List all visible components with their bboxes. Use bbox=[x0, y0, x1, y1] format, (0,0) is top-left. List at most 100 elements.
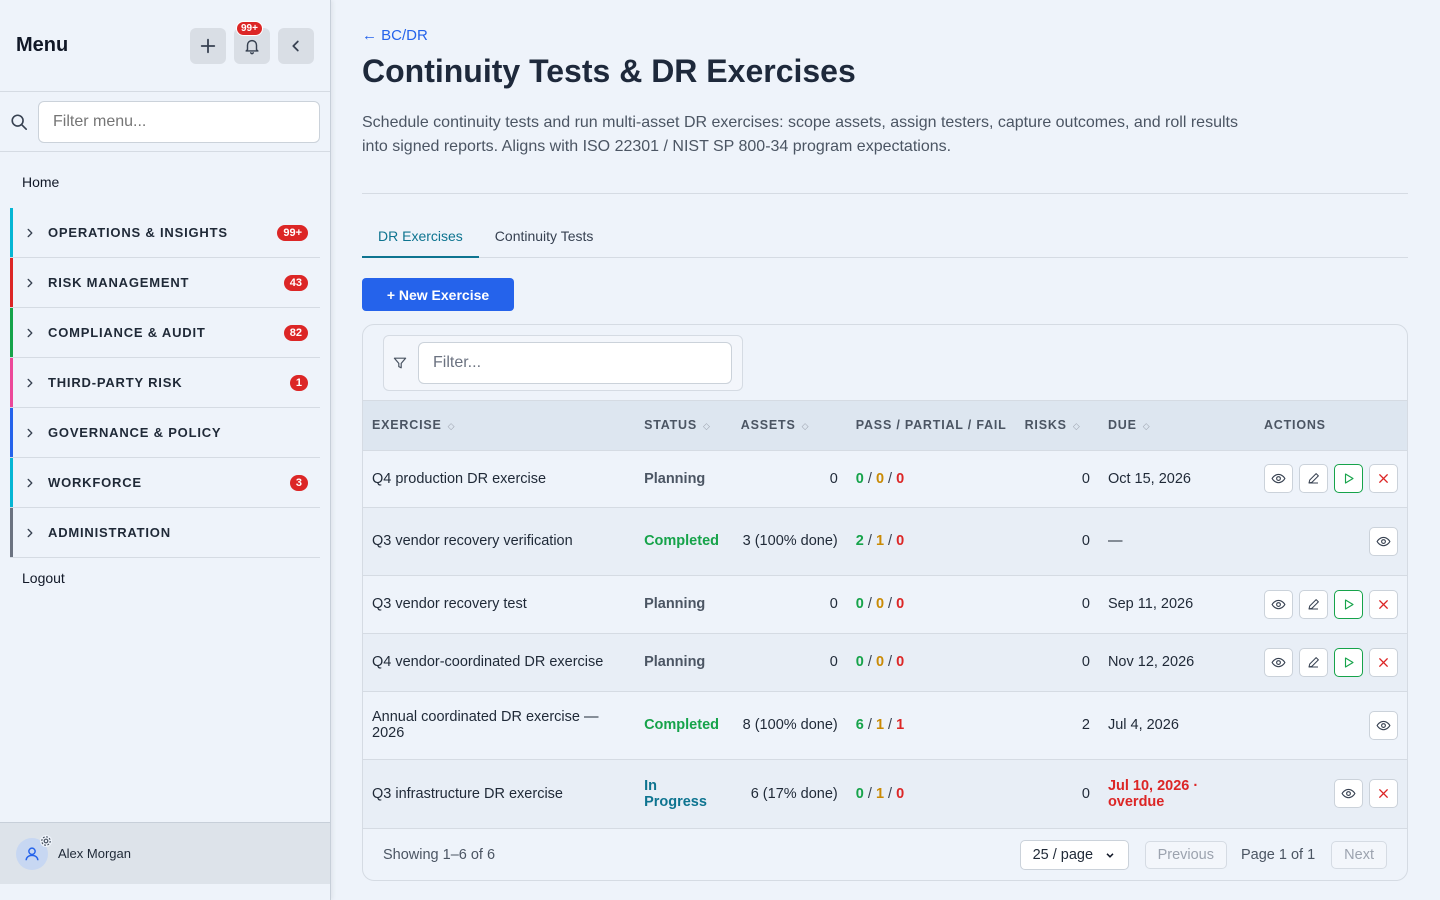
sidebar-item-label: COMPLIANCE & AUDIT bbox=[48, 325, 206, 340]
table-row[interactable]: Q4 production DR exercise Planning 0 0 / 0 … bbox=[363, 449, 1407, 507]
fail-count: 0 bbox=[896, 785, 905, 802]
edit-button[interactable] bbox=[1299, 464, 1328, 493]
exercise-name[interactable]: Q3 vendor recovery verification bbox=[363, 506, 636, 575]
add-button[interactable] bbox=[190, 27, 226, 64]
due-date: Jul 10, 2026 · overdue bbox=[1098, 758, 1255, 828]
column-header-label: ACTIONS bbox=[1263, 418, 1326, 433]
row-actions bbox=[1264, 647, 1398, 677]
table-filter-input[interactable]: Filter... bbox=[418, 341, 732, 384]
collapse-sidebar-button[interactable] bbox=[278, 27, 314, 64]
next-page-button[interactable]: Next bbox=[1331, 840, 1387, 869]
edit-button[interactable] bbox=[1299, 647, 1328, 677]
pass-count: 0 bbox=[855, 470, 864, 487]
view-button[interactable] bbox=[1264, 589, 1293, 619]
due-date: Oct 15, 2026 bbox=[1098, 449, 1255, 507]
column-header[interactable]: DUE ◇ bbox=[1099, 401, 1255, 450]
column-header-label: RISKS bbox=[1024, 418, 1067, 433]
sidebar-item-operations-insights[interactable]: OPERATIONS & INSIGHTS 99+ bbox=[10, 208, 320, 258]
pass-partial-fail: 0 / 0 / 0 bbox=[846, 449, 1016, 507]
exercise-name[interactable]: Q4 vendor-coordinated DR exercise bbox=[363, 632, 636, 691]
page-description: Schedule continuity tests and run multi-… bbox=[362, 114, 1238, 155]
view-button[interactable] bbox=[1369, 710, 1398, 740]
status-label: Planning bbox=[644, 596, 706, 612]
breadcrumb-back-link[interactable]: ← BC/DR bbox=[362, 27, 1408, 47]
due-date-value: Jul 4, 2026 bbox=[1107, 717, 1179, 733]
view-button[interactable] bbox=[1334, 779, 1363, 809]
tab-dr-exercises[interactable]: DR Exercises bbox=[362, 218, 479, 258]
status-cell: Planning bbox=[635, 574, 732, 633]
status-cell: Planning bbox=[635, 449, 732, 507]
avatar[interactable] bbox=[16, 834, 52, 870]
home-link[interactable]: Home bbox=[0, 152, 330, 208]
table-row[interactable]: Q3 infrastructure DR exercise In Progress… bbox=[363, 758, 1407, 828]
run-button[interactable] bbox=[1334, 647, 1363, 677]
assets-count: 0 bbox=[731, 574, 847, 633]
edit-button[interactable] bbox=[1299, 589, 1328, 619]
chevron-right-icon bbox=[27, 228, 33, 237]
chevron-down-icon bbox=[1106, 852, 1114, 858]
partial-count: 0 bbox=[875, 654, 885, 670]
view-button[interactable] bbox=[1264, 464, 1293, 493]
sidebar-item-third-party-risk[interactable]: THIRD-PARTY RISK 1 bbox=[10, 358, 320, 408]
notification-badge: 99+ bbox=[236, 20, 263, 36]
risks-count: 0 bbox=[1015, 449, 1099, 507]
delete-button[interactable] bbox=[1369, 589, 1398, 619]
status-label: Planning bbox=[644, 654, 706, 670]
per-page-select[interactable]: 25 / page bbox=[1019, 839, 1129, 870]
chevron-right-icon bbox=[27, 428, 33, 437]
actions-cell bbox=[1254, 506, 1407, 575]
sidebar-item-governance-policy[interactable]: GOVERNANCE & POLICY bbox=[10, 408, 320, 458]
close-icon bbox=[1379, 474, 1388, 483]
close-icon bbox=[1379, 789, 1388, 799]
view-button[interactable] bbox=[1369, 526, 1398, 556]
table-row[interactable]: Q4 vendor-coordinated DR exercise Plannin… bbox=[363, 632, 1407, 691]
risks-count: 2 bbox=[1015, 690, 1099, 759]
exercise-name[interactable]: Annual coordinated DR exercise — 2026 bbox=[363, 690, 636, 759]
previous-page-button[interactable]: Previous bbox=[1144, 840, 1227, 869]
sidebar-item-workforce[interactable]: WORKFORCE 3 bbox=[10, 458, 320, 508]
table-row[interactable]: Q3 vendor recovery test Planning 0 0 / 0 / … bbox=[363, 574, 1407, 633]
view-button[interactable] bbox=[1264, 647, 1293, 677]
pencil-icon bbox=[1308, 656, 1319, 668]
exercise-name[interactable]: Q3 vendor recovery test bbox=[363, 574, 636, 633]
sidebar-item-compliance-audit[interactable]: COMPLIANCE & AUDIT 82 bbox=[10, 308, 320, 358]
column-header[interactable]: EXERCISE ◇ bbox=[363, 401, 635, 450]
delete-button[interactable] bbox=[1369, 779, 1398, 809]
eye-icon bbox=[1376, 536, 1391, 546]
column-header-label: STATUS bbox=[644, 418, 698, 433]
sidebar-item-risk-management[interactable]: RISK MANAGEMENT 43 bbox=[10, 258, 320, 308]
delete-button[interactable] bbox=[1369, 647, 1398, 677]
pencil-icon bbox=[1308, 598, 1319, 610]
menu-filter-input[interactable] bbox=[38, 100, 320, 143]
chevron-right-icon bbox=[27, 328, 33, 337]
count-badge: 1 bbox=[289, 374, 308, 391]
tab-continuity-tests[interactable]: Continuity Tests bbox=[479, 218, 610, 258]
pass-count: 0 bbox=[855, 785, 864, 802]
row-actions bbox=[1264, 526, 1398, 556]
sort-icon: ◇ bbox=[703, 421, 711, 432]
delete-button[interactable] bbox=[1369, 464, 1398, 493]
exercise-name[interactable]: Q3 infrastructure DR exercise bbox=[363, 758, 636, 828]
table-header-row: EXERCISE ◇ STATUS ◇ ASSETS ◇ PASS / PARTIAL / … bbox=[363, 401, 1407, 450]
pencil-icon bbox=[1308, 473, 1319, 484]
separator: / bbox=[884, 654, 897, 670]
partial-count: 1 bbox=[875, 785, 885, 802]
count-badge: 43 bbox=[283, 274, 308, 291]
new-exercise-button[interactable]: + New Exercise bbox=[362, 278, 514, 311]
table-row[interactable]: Annual coordinated DR exercise — 2026 Com… bbox=[363, 690, 1407, 759]
column-header[interactable]: RISKS ◇ bbox=[1016, 401, 1099, 450]
notifications-button[interactable]: 99+ bbox=[234, 20, 270, 64]
status-label: Completed bbox=[644, 533, 719, 549]
column-header[interactable]: ASSETS ◇ bbox=[732, 401, 847, 450]
sidebar-item-administration[interactable]: ADMINISTRATION bbox=[10, 508, 320, 558]
actions-cell bbox=[1254, 632, 1407, 691]
separator: / bbox=[884, 533, 897, 549]
exercise-name[interactable]: Q4 production DR exercise bbox=[363, 449, 636, 507]
table-row[interactable]: Q3 vendor recovery verification Completed… bbox=[363, 506, 1407, 575]
run-button[interactable] bbox=[1334, 464, 1363, 493]
chevron-right-icon bbox=[27, 528, 33, 537]
column-header[interactable]: STATUS ◇ bbox=[635, 401, 732, 450]
logout-link[interactable]: Logout bbox=[0, 558, 330, 598]
partial-count: 0 bbox=[875, 470, 885, 487]
run-button[interactable] bbox=[1334, 589, 1363, 619]
